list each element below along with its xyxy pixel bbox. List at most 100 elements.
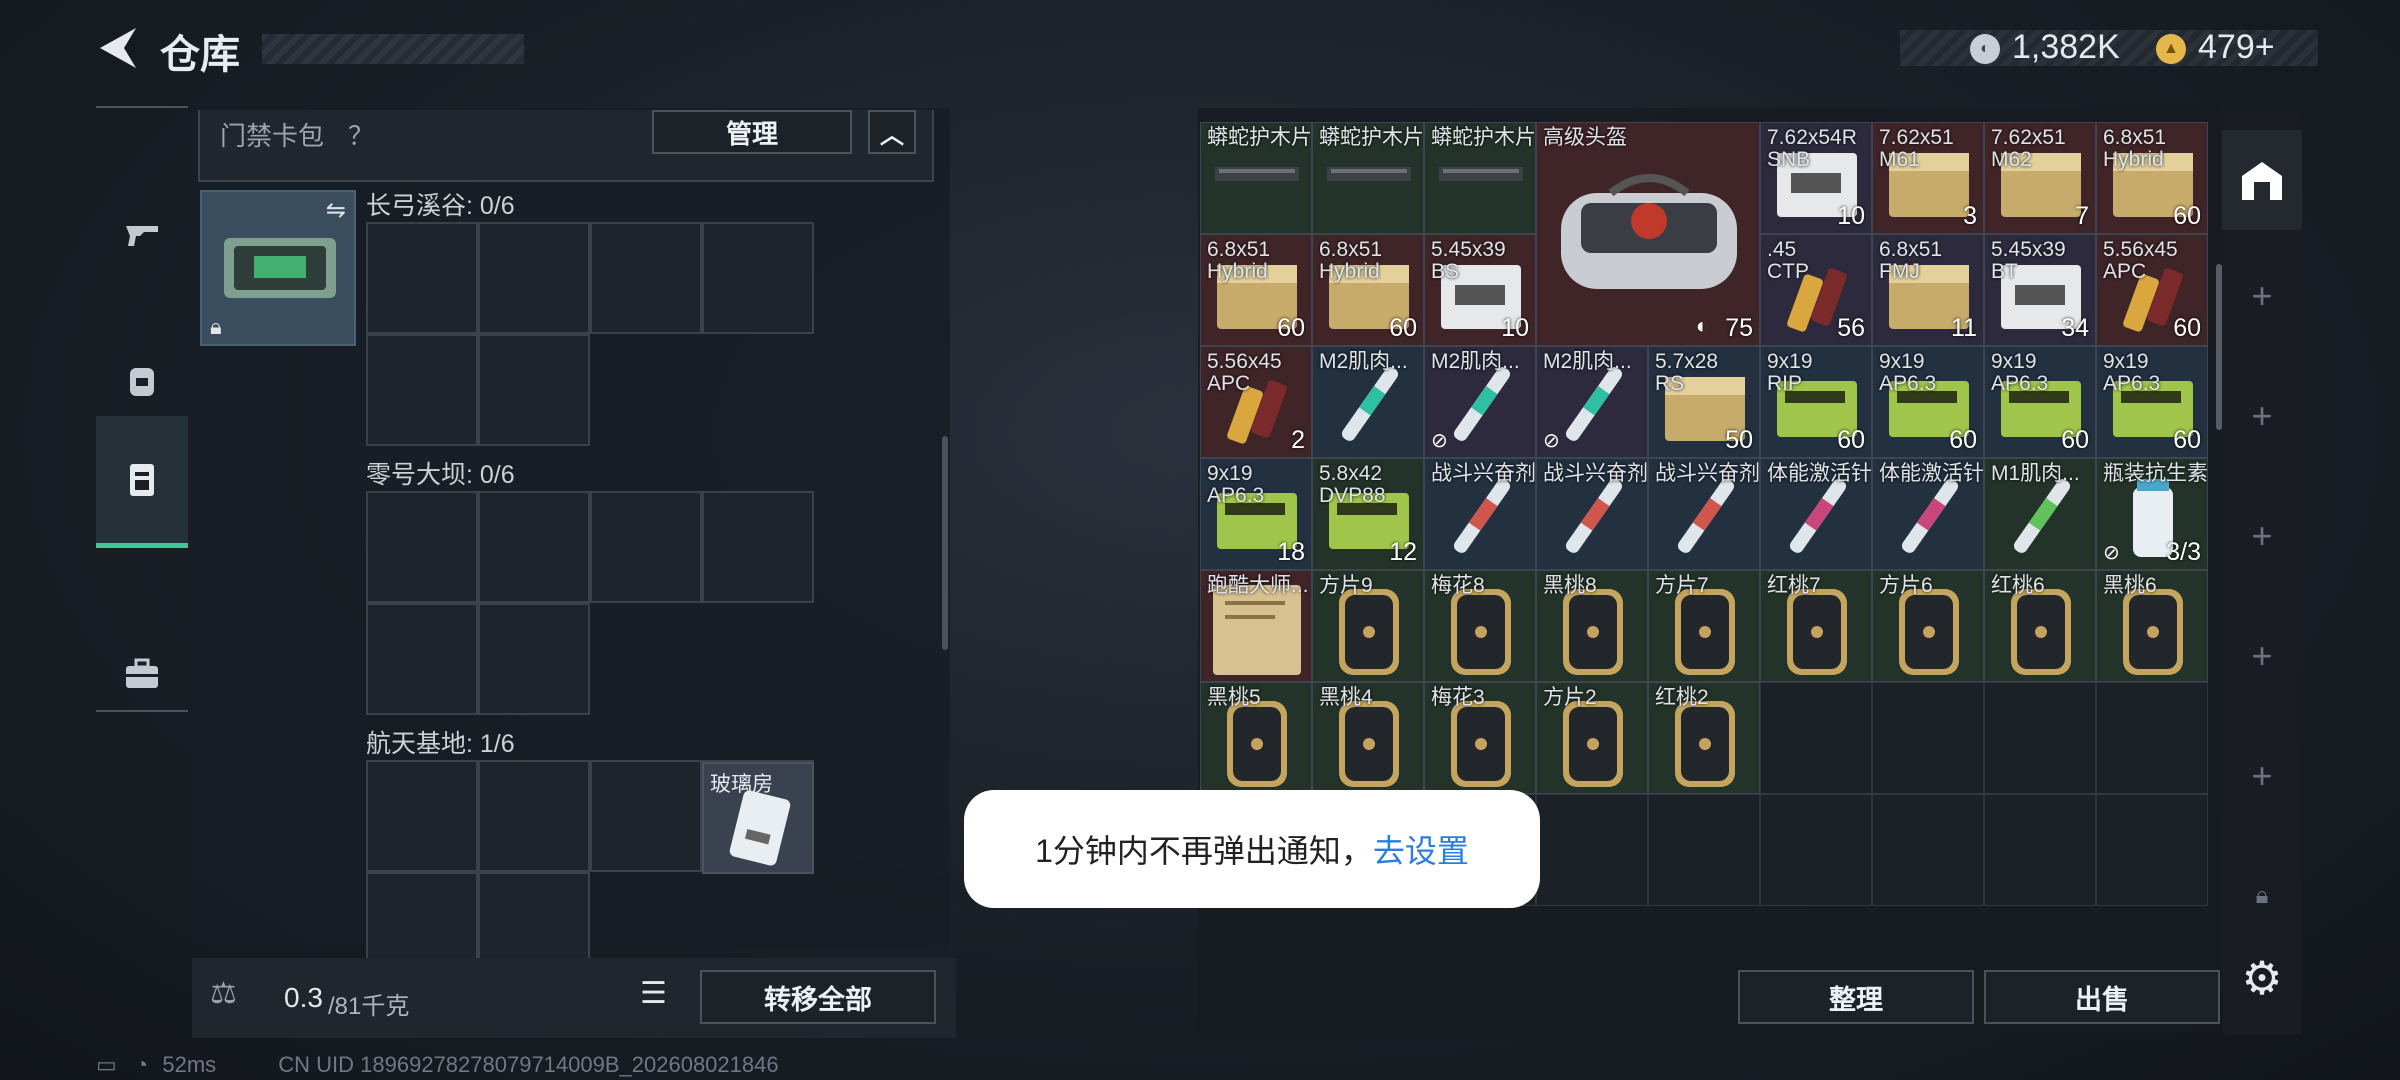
storage-item[interactable]: 体能激活针 xyxy=(1872,458,1984,570)
keycard-slot[interactable] xyxy=(478,491,590,603)
storage-item[interactable]: 9x19 AP6.3 60 xyxy=(2096,346,2208,458)
empty-storage-slot[interactable] xyxy=(1760,794,1872,906)
storage-item[interactable]: M1肌肉... xyxy=(1984,458,2096,570)
keycard-slot[interactable] xyxy=(590,760,702,872)
empty-storage-slot[interactable] xyxy=(1536,794,1648,906)
empty-storage-slot[interactable] xyxy=(2096,682,2208,794)
storage-item[interactable]: 5.45x39 BS 10 xyxy=(1424,234,1536,346)
storage-item[interactable]: 6.8x51 Hybrid 60 xyxy=(2096,122,2208,234)
swap-icon[interactable]: ⇋ xyxy=(326,196,346,225)
keycard-bag-slot[interactable]: ⇋ 🔒︎ xyxy=(200,190,356,346)
storage-item[interactable]: 7.62x51 M62 7 xyxy=(1984,122,2096,234)
storage-item[interactable]: 瓶装抗生素 3/3 ⊘ xyxy=(2096,458,2208,570)
help-icon[interactable]: ？ xyxy=(348,116,374,153)
storage-item[interactable]: 5.8x42 DVP88 12 xyxy=(1312,458,1424,570)
keycard-slot[interactable] xyxy=(478,334,590,446)
storage-item[interactable]: 5.45x39 BT 34 xyxy=(1984,234,2096,346)
empty-storage-slot[interactable] xyxy=(1760,682,1872,794)
storage-item[interactable]: 5.56x45 APC 2 xyxy=(1200,346,1312,458)
storage-item[interactable]: 9x19 RIP 60 xyxy=(1760,346,1872,458)
storage-item[interactable]: 7.62x54R SNB 10 xyxy=(1760,122,1872,234)
keycard-slot[interactable] xyxy=(366,760,478,872)
storage-item[interactable]: 5.56x45 APC 60 xyxy=(2096,234,2208,346)
storage-item[interactable]: 9x19 AP6.3 18 xyxy=(1200,458,1312,570)
sort-button[interactable]: 整理 xyxy=(1738,970,1974,1024)
storage-item[interactable]: 跑酷大师... xyxy=(1200,570,1312,682)
helmet-bag-item[interactable]: 高级头盔 ◐ 75 xyxy=(1536,122,1760,346)
storage-item[interactable]: M2肌肉... ⊘ xyxy=(1536,346,1648,458)
storage-item[interactable]: 黑桃8 xyxy=(1536,570,1648,682)
storage-item[interactable]: 黑桃6 xyxy=(2096,570,2208,682)
storage-item[interactable]: 方片6 xyxy=(1872,570,1984,682)
storage-item[interactable]: 蟒蛇护木片 xyxy=(1424,122,1536,234)
keycard-slot[interactable] xyxy=(366,334,478,446)
gun-icon xyxy=(126,226,158,246)
empty-storage-slot[interactable] xyxy=(1984,682,2096,794)
storage-item[interactable]: 体能激活针 xyxy=(1760,458,1872,570)
add-storage-button-3[interactable]: + xyxy=(2222,486,2302,586)
sell-button[interactable]: 出售 xyxy=(1984,970,2220,1024)
transfer-all-button[interactable]: 转移全部 xyxy=(700,970,936,1024)
nav-keycard[interactable] xyxy=(96,416,188,548)
storage-item[interactable]: 6.8x51 Hybrid 60 xyxy=(1200,234,1312,346)
keycard-slot[interactable] xyxy=(478,222,590,334)
add-storage-button-2[interactable]: + xyxy=(2222,366,2302,466)
storage-item[interactable]: 战斗兴奋剂 xyxy=(1648,458,1760,570)
manage-button[interactable]: 管理 xyxy=(652,110,852,154)
storage-item[interactable]: 5.7x28 RS 50 xyxy=(1648,346,1760,458)
keycard-slot[interactable] xyxy=(590,491,702,603)
side-nav xyxy=(96,106,188,712)
keycard-slot[interactable] xyxy=(366,222,478,334)
storage-item[interactable]: 9x19 AP6.3 60 xyxy=(1872,346,1984,458)
storage-item[interactable]: M2肌肉... xyxy=(1312,346,1424,458)
storage-item[interactable]: 战斗兴奋剂 xyxy=(1424,458,1536,570)
storage-item[interactable]: 黑桃5 xyxy=(1200,682,1312,794)
keycard-slot[interactable] xyxy=(590,222,702,334)
back-arrow-icon[interactable] xyxy=(96,24,138,72)
storage-item[interactable]: 红桃7 xyxy=(1760,570,1872,682)
settings-gear-icon[interactable]: ⚙ xyxy=(2222,928,2302,1028)
keycard-slot[interactable] xyxy=(478,603,590,715)
add-storage-button-5[interactable]: + xyxy=(2222,726,2302,826)
storage-item[interactable]: 7.62x51 M61 3 xyxy=(1872,122,1984,234)
list-icon[interactable]: ☰ xyxy=(640,976,667,1011)
storage-item[interactable]: .45 CTP 56 xyxy=(1760,234,1872,346)
empty-storage-slot[interactable] xyxy=(1872,794,1984,906)
storage-item[interactable]: 蟒蛇护木片 xyxy=(1200,122,1312,234)
empty-storage-slot[interactable] xyxy=(1648,794,1760,906)
keycard-slot[interactable] xyxy=(702,222,814,334)
glass-room-keycard[interactable]: 玻璃房 xyxy=(702,762,814,874)
left-scrollbar[interactable] xyxy=(942,436,948,650)
add-storage-button-1[interactable]: + xyxy=(2222,246,2302,346)
add-storage-button-4[interactable]: + xyxy=(2222,606,2302,706)
empty-storage-slot[interactable] xyxy=(1872,682,1984,794)
storage-main-icon[interactable] xyxy=(2222,130,2302,230)
nav-toolbox[interactable] xyxy=(96,608,188,740)
keycard-slot[interactable] xyxy=(478,760,590,872)
empty-storage-slot[interactable] xyxy=(2096,794,2208,906)
storage-item[interactable]: M2肌肉... ⊘ xyxy=(1424,346,1536,458)
nav-weapons[interactable] xyxy=(96,168,188,300)
storage-item[interactable]: 方片2 xyxy=(1536,682,1648,794)
keycard-slot[interactable] xyxy=(702,491,814,603)
storage-item[interactable]: 方片7 xyxy=(1648,570,1760,682)
storage-item[interactable]: 红桃6 xyxy=(1984,570,2096,682)
item-count: 3 xyxy=(1963,202,1977,230)
toast-settings-link[interactable]: 去设置 xyxy=(1373,826,1469,872)
keycard-slot[interactable] xyxy=(366,491,478,603)
currency-gold[interactable]: 479+ xyxy=(2198,28,2275,67)
storage-item[interactable]: 蟒蛇护木片 xyxy=(1312,122,1424,234)
storage-item[interactable]: 红桃2 xyxy=(1648,682,1760,794)
currency-silver[interactable]: 1,382K xyxy=(2012,28,2120,67)
storage-item[interactable]: 方片9 xyxy=(1312,570,1424,682)
storage-item[interactable]: 梅花3 xyxy=(1424,682,1536,794)
keycard-slot[interactable] xyxy=(366,603,478,715)
storage-item[interactable]: 9x19 AP6.3 60 xyxy=(1984,346,2096,458)
storage-item[interactable]: 6.8x51 Hybrid 60 xyxy=(1312,234,1424,346)
collapse-chevron-icon[interactable]: ︿ xyxy=(868,110,916,154)
storage-item[interactable]: 梅花8 xyxy=(1424,570,1536,682)
storage-item[interactable]: 黑桃4 xyxy=(1312,682,1424,794)
storage-item[interactable]: 战斗兴奋剂 xyxy=(1536,458,1648,570)
empty-storage-slot[interactable] xyxy=(1984,794,2096,906)
storage-item[interactable]: 6.8x51 FMJ 11 xyxy=(1872,234,1984,346)
